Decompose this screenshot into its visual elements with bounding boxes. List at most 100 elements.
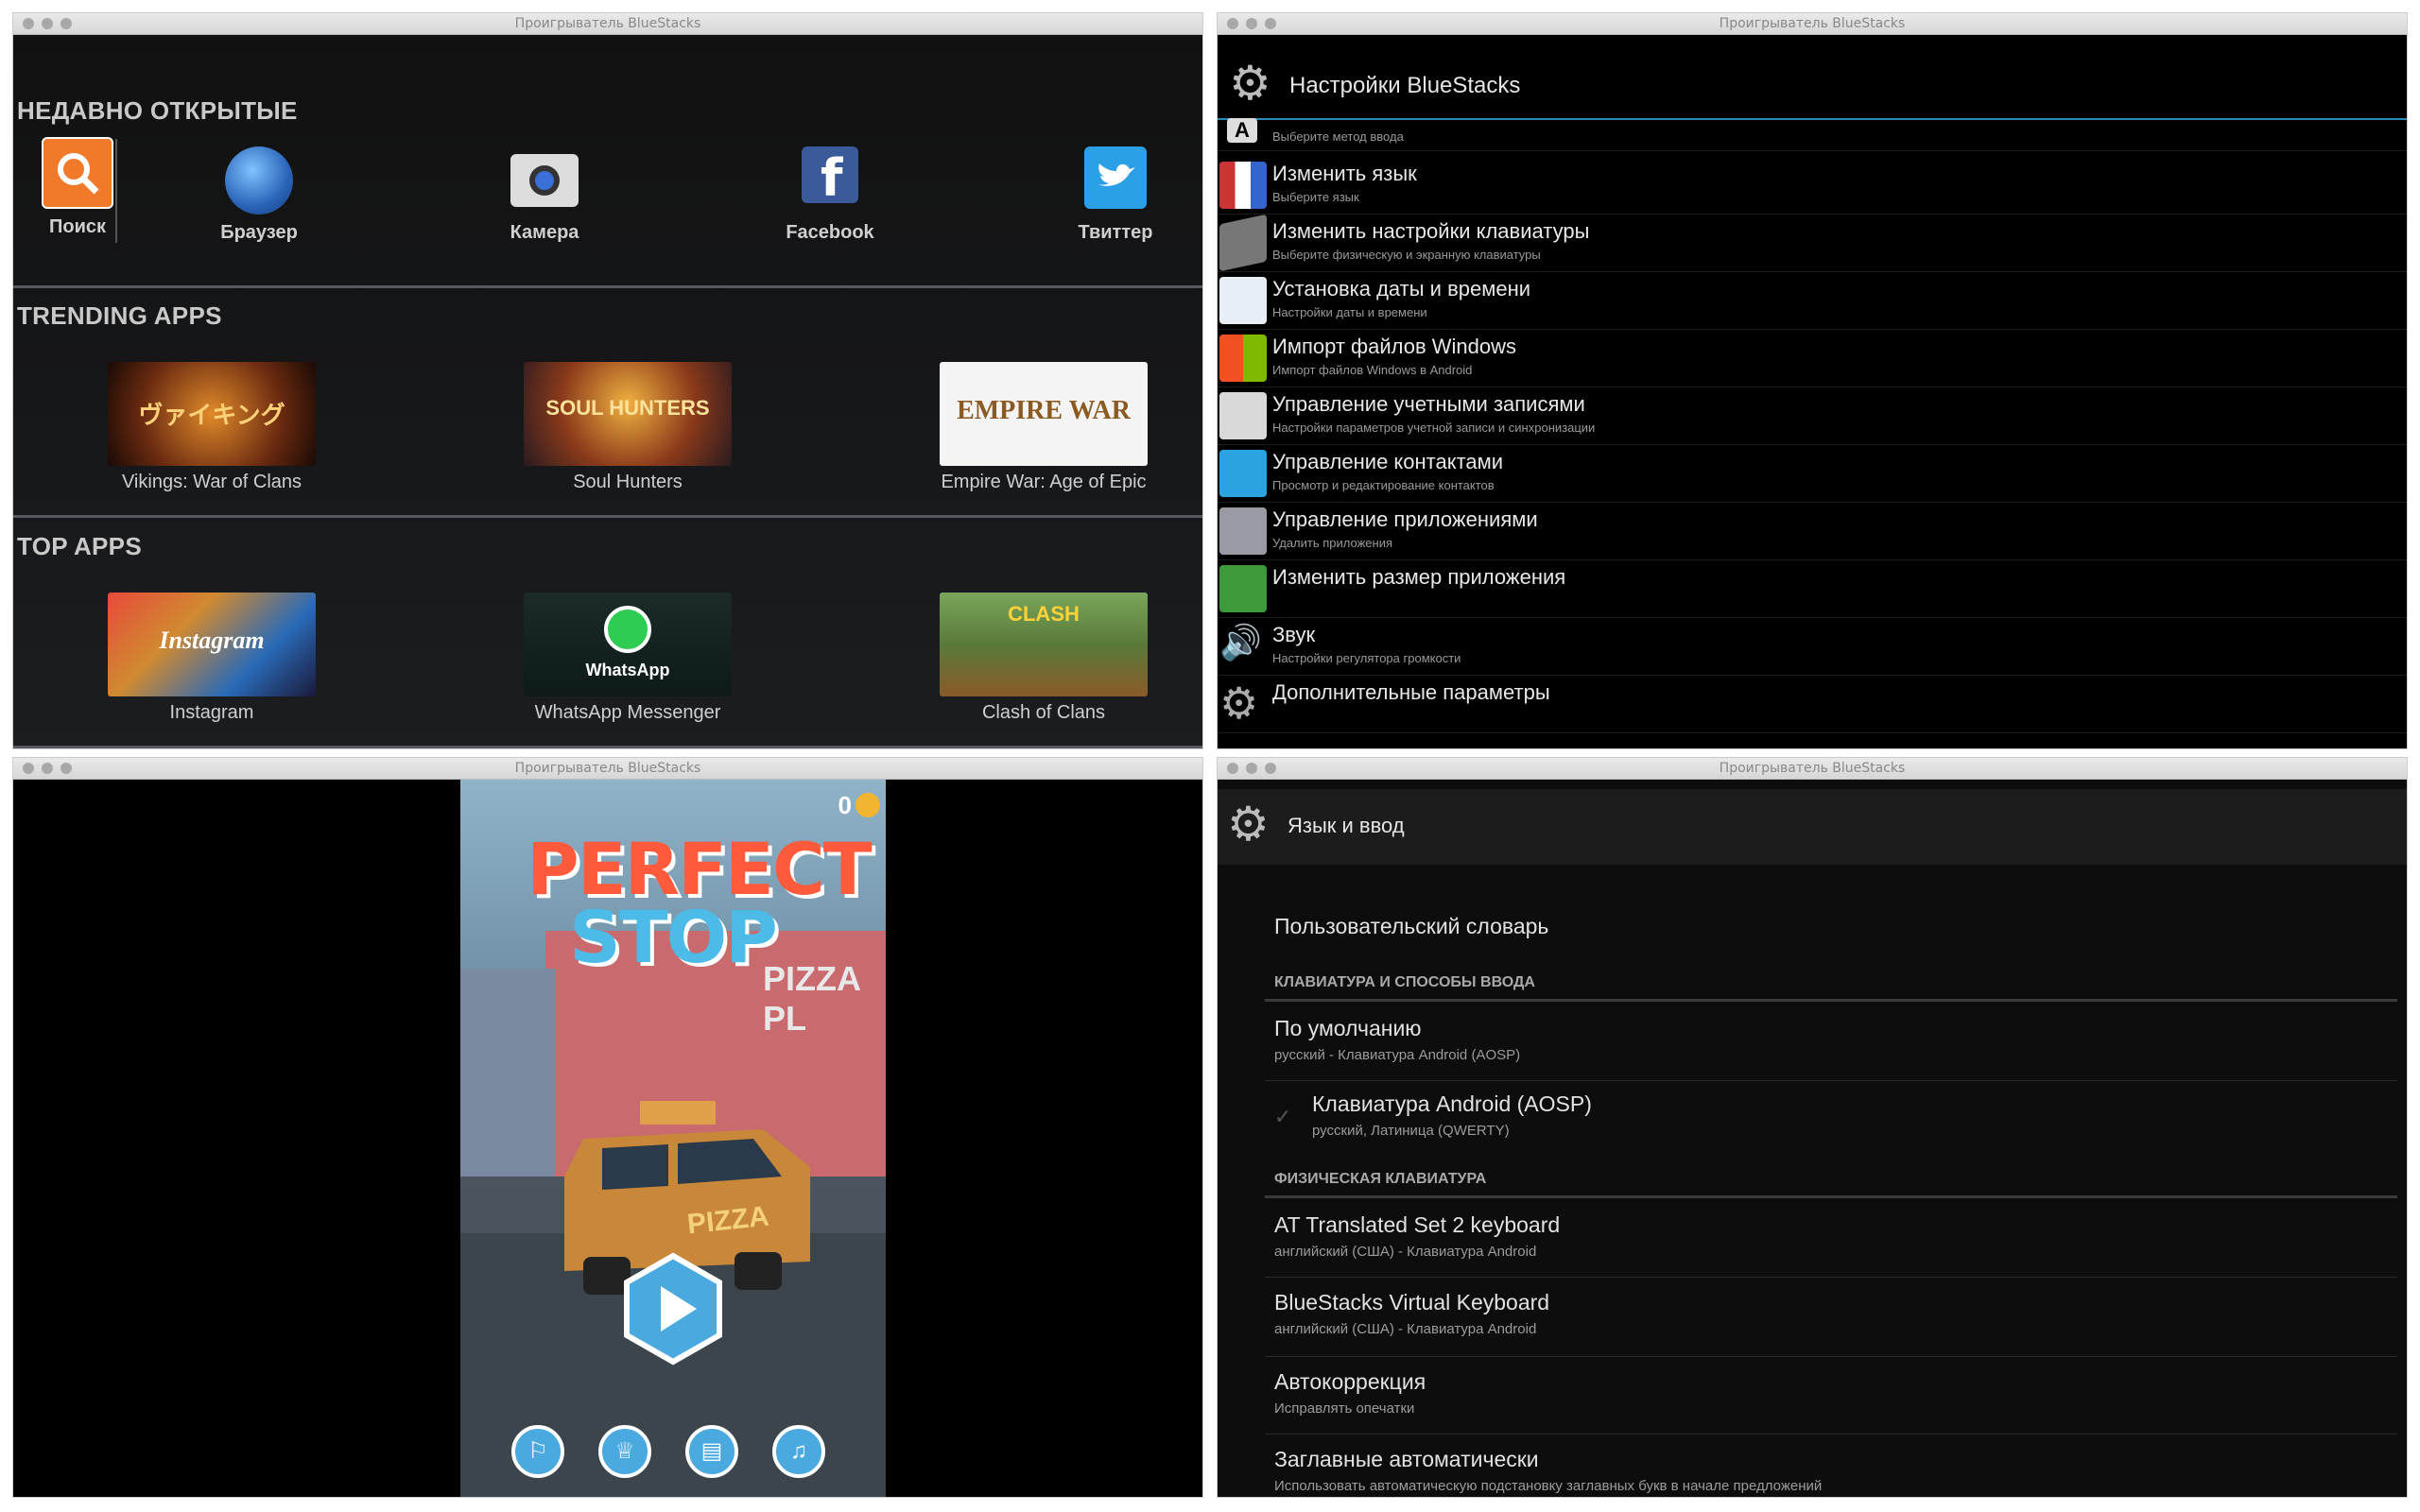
settings-row[interactable]: Управление приложениями Удалить приложени… xyxy=(1218,502,2407,560)
recent-app-label: Браузер xyxy=(220,222,298,243)
game-title-stop: STOP xyxy=(569,895,778,979)
settings-row-subtitle: Импорт файлов Windows в Android xyxy=(1272,363,1473,377)
top-app-instagram[interactable]: Instagram Instagram xyxy=(108,593,316,724)
item-subtitle: Использовать автоматическую подстановку … xyxy=(1274,1478,1823,1494)
settings-row[interactable]: Управление контактами Просмотр и редактир… xyxy=(1218,444,2407,503)
settings-row[interactable]: Изменить размер приложения xyxy=(1218,559,2407,618)
app-banner: EMPIRE WAR xyxy=(940,362,1148,466)
settings-row-subtitle: Выберите физическую и экранную клавиатур… xyxy=(1272,248,1541,262)
item-title: Заглавные автоматически xyxy=(1274,1447,1539,1471)
trending-app-vikings[interactable]: ヴァイキング Vikings: War of Clans xyxy=(108,362,316,493)
app-label: Soul Hunters xyxy=(573,472,683,492)
twitter-icon xyxy=(1084,146,1147,209)
banner-art-text: ヴァイキング xyxy=(138,401,285,429)
settings-row-input-method[interactable]: A Выберите метод ввода xyxy=(1218,118,2407,151)
bluestacks-language-window: Проигрыватель BlueStacks ⚙ Язык и ввод П… xyxy=(1218,758,2407,1497)
item-title: AT Translated Set 2 keyboard xyxy=(1274,1212,1561,1237)
account-icon xyxy=(1219,392,1267,439)
settings-row-title: Управление контактами xyxy=(1272,450,1504,473)
window-title: Проигрыватель BlueStacks xyxy=(514,761,701,776)
shop-button[interactable]: ⚐ xyxy=(511,1425,564,1478)
recent-app-camera[interactable]: Камера xyxy=(469,146,620,244)
trophy-button[interactable]: ♕ xyxy=(598,1425,651,1478)
resize-icon xyxy=(1219,565,1267,612)
user-dictionary-item[interactable]: Пользовательский словарь xyxy=(1274,914,1548,939)
sound-button[interactable]: ♫ xyxy=(772,1425,825,1478)
item-title: Автокоррекция xyxy=(1274,1369,1426,1394)
default-keyboard-item[interactable]: По умолчанию русский - Клавиатура Androi… xyxy=(1274,1016,1520,1063)
title-bar[interactable]: Проигрыватель BlueStacks xyxy=(1218,13,2407,35)
checkmark-icon[interactable]: ✓ xyxy=(1274,1105,1291,1129)
window-title: Проигрыватель BlueStacks xyxy=(514,16,701,31)
bluestacks-game-window: Проигрыватель BlueStacks PIZZA PL PERFEC… xyxy=(13,758,1202,1497)
windows-icon xyxy=(1219,335,1267,382)
recent-app-twitter[interactable]: Твиттер xyxy=(1040,146,1191,244)
top-app-clash-of-clans[interactable]: CLASH Clash of Clans xyxy=(940,593,1148,724)
settings-title: Настройки BlueStacks xyxy=(1289,73,1521,98)
settings-row[interactable]: Импорт файлов Windows Импорт файлов Windo… xyxy=(1218,329,2407,387)
item-subtitle: английский (США) - Клавиатура Android xyxy=(1274,1321,1537,1337)
coin-icon xyxy=(856,793,880,817)
recent-app-browser[interactable]: Браузер xyxy=(183,146,335,244)
banner-art-text: Instagram xyxy=(159,627,265,654)
auto-caps-item[interactable]: Заглавные автоматически Использовать авт… xyxy=(1274,1447,1822,1494)
app-label: WhatsApp Messenger xyxy=(534,702,721,723)
settings-row[interactable]: ⚙ Дополнительные параметры xyxy=(1218,675,2407,733)
language-title: Язык и ввод xyxy=(1288,814,1405,837)
title-bar[interactable]: Проигрыватель BlueStacks xyxy=(13,13,1202,35)
settings-row[interactable]: Установка даты и времени Настройки даты и… xyxy=(1218,271,2407,330)
banner-art-text: WhatsApp xyxy=(585,661,670,679)
leaderboard-button[interactable]: ▤ xyxy=(685,1425,738,1478)
settings-row[interactable]: Изменить язык Выберите язык xyxy=(1218,156,2407,215)
bluestacks-keyboard-item[interactable]: BlueStacks Virtual Keyboard английский (… xyxy=(1274,1290,1549,1337)
divider xyxy=(1265,1277,2397,1278)
game-screen[interactable]: PIZZA PL PERFECT STOP 0 PIZZA ⚐ ♕ ▤ ♫ xyxy=(460,780,886,1497)
divider xyxy=(1265,1434,2397,1435)
settings-row-subtitle: Настройки регулятора громкости xyxy=(1272,651,1461,665)
app-label: Empire War: Age of Epic xyxy=(941,472,1147,492)
window-title: Проигрыватель BlueStacks xyxy=(1719,16,1906,31)
settings-row-title: Управление приложениями xyxy=(1272,507,1538,531)
contacts-icon xyxy=(1219,450,1267,497)
category-divider xyxy=(1265,1195,2397,1198)
settings-row[interactable]: Управление учетными записями Настройки па… xyxy=(1218,387,2407,445)
settings-row-subtitle: Удалить приложения xyxy=(1272,536,1392,550)
section-divider xyxy=(13,285,1202,288)
globe-icon xyxy=(225,146,293,215)
window-title: Проигрыватель BlueStacks xyxy=(1719,761,1906,776)
divider xyxy=(1265,1356,2397,1357)
settings-row-subtitle: Просмотр и редактирование контактов xyxy=(1272,478,1495,492)
play-button[interactable] xyxy=(621,1252,725,1366)
app-banner: Instagram xyxy=(108,593,316,696)
language-header: ⚙ Язык и ввод xyxy=(1218,789,2407,865)
app-label: Vikings: War of Clans xyxy=(121,472,302,492)
settings-row[interactable]: Изменить настройки клавиатуры Выберите фи… xyxy=(1218,214,2407,272)
aosp-keyboard-item[interactable]: Клавиатура Android (AOSP) русский, Латин… xyxy=(1312,1091,1592,1139)
trending-app-soul-hunters[interactable]: SOUL HUNTERS Soul Hunters xyxy=(524,362,732,493)
divider xyxy=(1265,1080,2397,1081)
title-bar[interactable]: Проигрыватель BlueStacks xyxy=(13,758,1202,780)
keyboard-icon xyxy=(1219,214,1267,272)
whatsapp-icon xyxy=(604,606,651,653)
speaker-icon: 🔊 xyxy=(1219,623,1262,662)
recent-app-facebook[interactable]: f Facebook xyxy=(754,146,906,244)
settings-row[interactable]: 🔊 Звук Настройки регулятора громкости xyxy=(1218,617,2407,676)
app-banner: ヴァイキング xyxy=(108,362,316,466)
trending-app-empire-war[interactable]: EMPIRE WAR Empire War: Age of Epic xyxy=(940,362,1148,493)
settings-row-subtitle: Настройки даты и времени xyxy=(1272,305,1427,319)
autocorrect-item[interactable]: Автокоррекция Исправлять опечатки xyxy=(1274,1369,1426,1417)
recent-app-label: Поиск xyxy=(48,216,107,237)
settings-row-title: Звук xyxy=(1272,623,1316,646)
title-bar[interactable]: Проигрыватель BlueStacks xyxy=(1218,758,2407,780)
gear-icon: ⚙ xyxy=(1219,679,1259,728)
item-title: Клавиатура Android (AOSP) xyxy=(1312,1091,1592,1116)
bluestacks-settings-window: Проигрыватель BlueStacks ⚙ Настройки Blu… xyxy=(1218,13,2407,748)
at-keyboard-item[interactable]: AT Translated Set 2 keyboard английский … xyxy=(1274,1212,1560,1260)
coin-count: 0 xyxy=(838,791,852,819)
settings-row-title: Импорт файлов Windows xyxy=(1272,335,1517,358)
settings-row-subtitle: Настройки параметров учетной записи и си… xyxy=(1272,421,1596,435)
top-app-whatsapp[interactable]: WhatsApp WhatsApp Messenger xyxy=(524,593,732,724)
input-method-icon: A xyxy=(1227,118,1257,143)
recent-app-search[interactable]: Поиск xyxy=(13,137,153,238)
app-banner: WhatsApp xyxy=(524,593,732,696)
